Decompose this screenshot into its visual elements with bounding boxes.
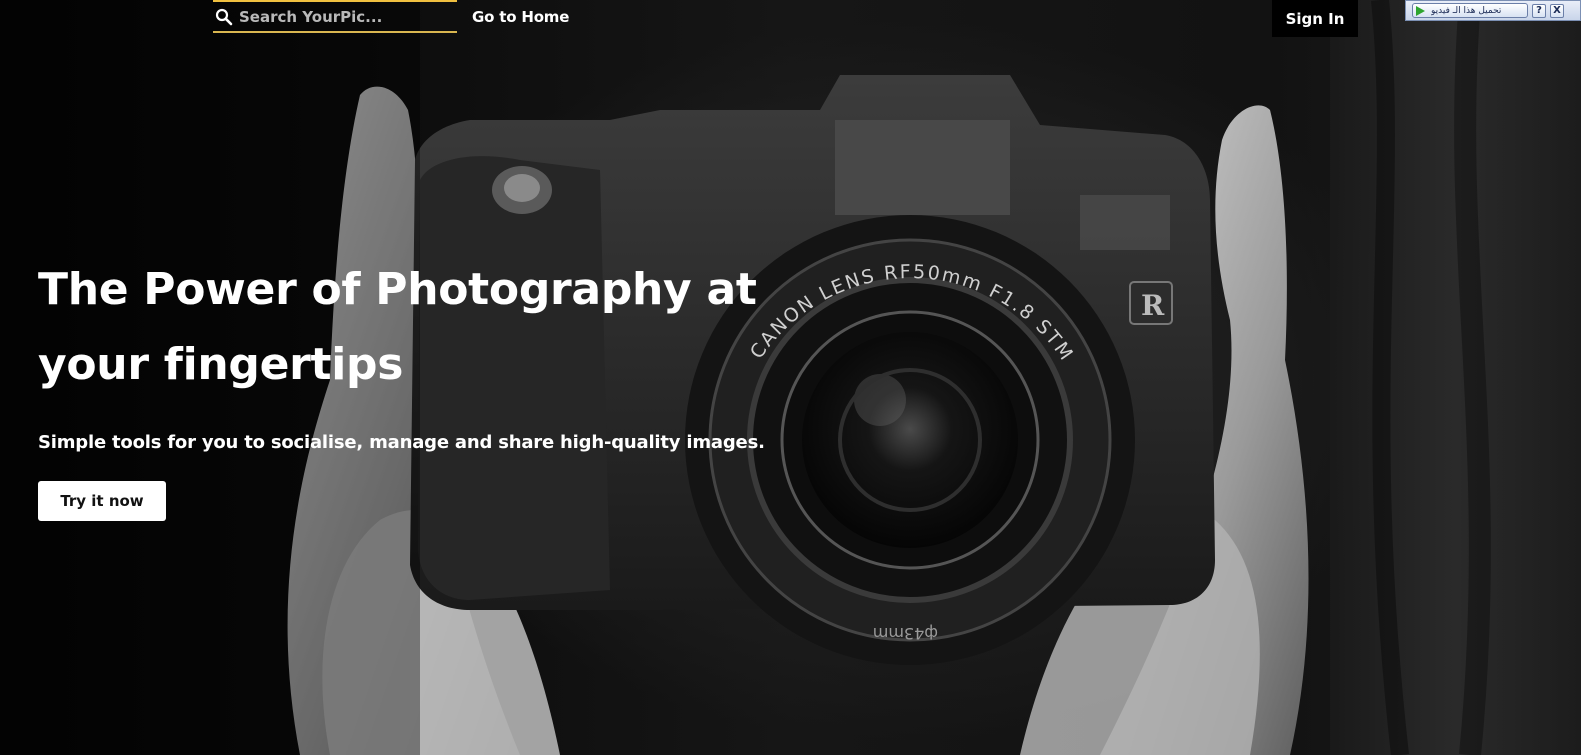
lens-ring-text: ф43mm bbox=[873, 624, 938, 643]
search-bar bbox=[213, 0, 457, 33]
hero-subtitle: Simple tools for you to socialise, manag… bbox=[38, 432, 765, 453]
landing-page: R CANON LENS RF50mm F1.8 STM ф43mm Searc… bbox=[0, 0, 1581, 755]
try-it-now-button[interactable]: Try it now bbox=[38, 481, 166, 521]
play-icon bbox=[1416, 5, 1425, 16]
download-video-button[interactable]: تحميل هذا الـ فيديو bbox=[1412, 3, 1528, 18]
video-download-extension-bar: تحميل هذا الـ فيديو ? X bbox=[1405, 0, 1581, 21]
go-to-home-link[interactable]: Go to Home bbox=[472, 8, 569, 26]
camera-badge-letter: R bbox=[1141, 289, 1165, 322]
search-input[interactable] bbox=[239, 7, 449, 26]
search-icon bbox=[215, 8, 233, 26]
close-button[interactable]: X bbox=[1550, 3, 1564, 18]
sign-in-button[interactable]: Sign In bbox=[1272, 0, 1358, 37]
download-video-label: تحميل هذا الـ فيديو bbox=[1431, 5, 1502, 16]
help-button[interactable]: ? bbox=[1532, 3, 1546, 18]
hero-title: The Power of Photography at your fingert… bbox=[38, 264, 757, 390]
